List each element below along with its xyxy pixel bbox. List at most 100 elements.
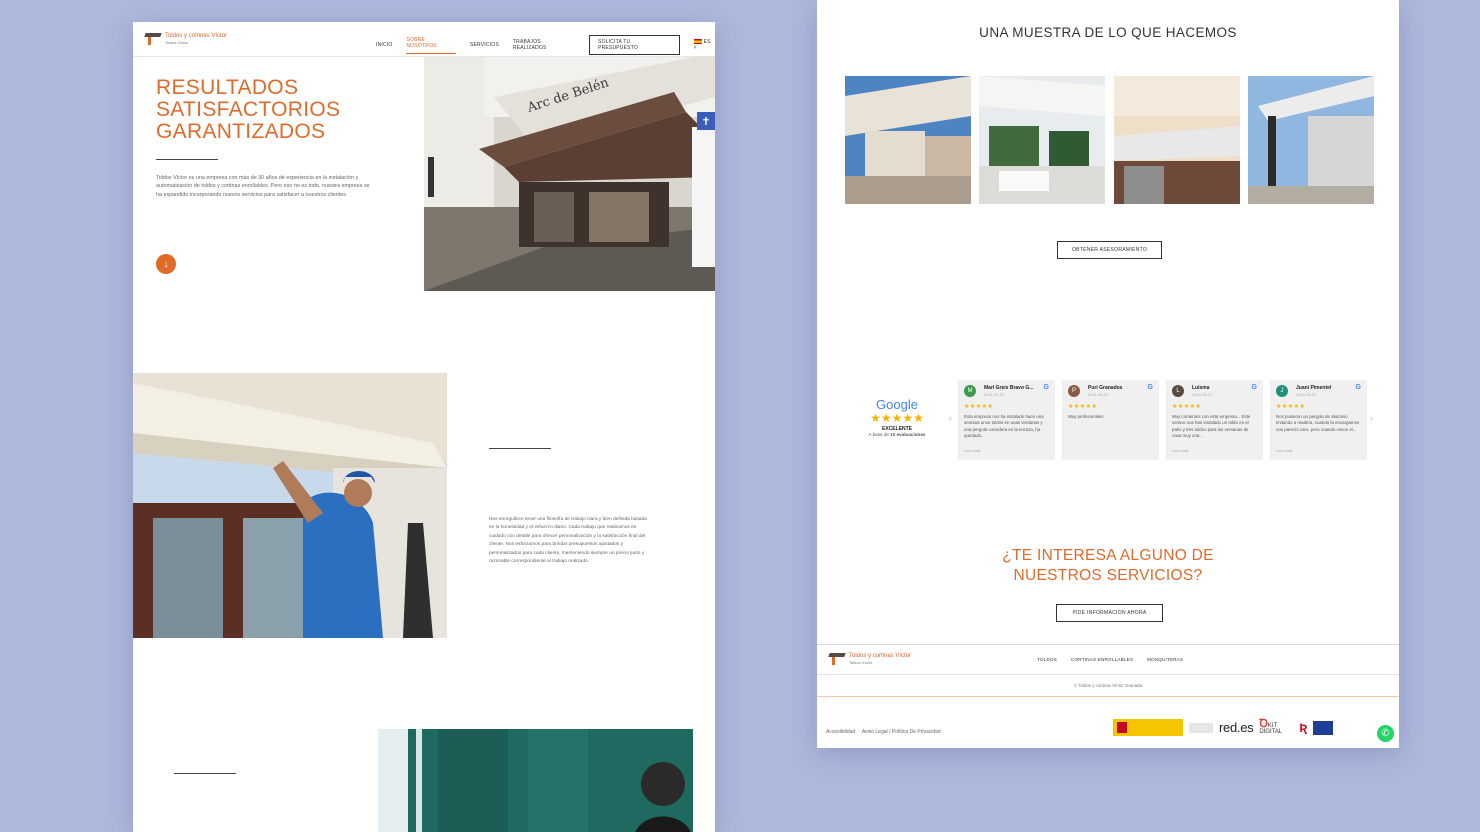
review-date: 2021-05-20	[1088, 392, 1109, 397]
review-stars: ★★★★★	[1068, 404, 1098, 410]
review-stars: ★★★★★	[1276, 404, 1306, 410]
google-logo: Google	[876, 397, 918, 412]
right-page-mockup: UNA MUESTRA DE LO QUE HACEMOS OBTENER AS…	[817, 0, 1399, 748]
arrow-down-icon: ↓	[163, 258, 169, 270]
reviewer-name: Mari Greis Bravo G...	[984, 385, 1034, 391]
avatar: P	[1068, 385, 1080, 397]
avatar: L	[1172, 385, 1184, 397]
rating-based-on: A base de	[868, 432, 889, 437]
gallery-image-2[interactable]	[979, 76, 1105, 204]
footer-divider-mid	[817, 674, 1399, 675]
funding-logos: red.es ꝹKIT DIGITAL Ʀ	[1113, 717, 1334, 736]
footer-nav: TOLDOS CORTINAS ENROLLABLES MOSQUITERAS	[1037, 657, 1183, 662]
review-stars: ★★★★★	[1172, 404, 1202, 410]
read-more-link[interactable]: Leer más	[1172, 448, 1189, 453]
services-question: ¿TE INTERESA ALGUNO DE NUESTROS SERVICIO…	[817, 546, 1399, 586]
reviewer-name: Luisma	[1192, 385, 1210, 391]
logo-name: Toldos y cortinas Víctor	[165, 33, 228, 39]
read-more-link[interactable]: Leer más	[964, 448, 981, 453]
footer-logo-name: Toldos y cortinas Víctor	[849, 653, 912, 659]
gallery-title: UNA MUESTRA DE LO QUE HACEMOS	[979, 25, 1237, 40]
left-page-mockup: Toldos y cortinas Víctor Toldos Víctor I…	[133, 22, 715, 832]
google-g-icon: G	[1355, 384, 1361, 391]
hero-description: Toldos Víctor es una empresa con más de …	[156, 175, 370, 198]
review-text: Muy profesionales	[1068, 414, 1104, 419]
logo-mark-icon	[145, 33, 161, 45]
storefront-photo: Arc de Belén	[424, 57, 715, 291]
footer-logo-sub: Toldos Víctor	[849, 660, 873, 665]
review-stars: ★★★★★	[964, 404, 994, 410]
whatsapp-button[interactable]: ✆	[1377, 725, 1394, 742]
language-selector[interactable]: ES ˄	[693, 39, 715, 51]
footer-link-toldos[interactable]: TOLDOS	[1037, 657, 1057, 662]
hero-title-line-1: RESULTADOS	[156, 76, 299, 99]
rating-stars: ★★★★★	[870, 411, 924, 425]
google-g-icon: G	[1251, 384, 1257, 391]
eu-flag-icon	[1313, 720, 1334, 735]
footer-link-mosquiteras[interactable]: MOSQUITERAS	[1147, 657, 1183, 662]
question-line-1: ¿TE INTERESA ALGUNO DE	[1002, 547, 1214, 564]
google-g-icon: G	[1147, 384, 1153, 391]
gallery-image-1[interactable]	[845, 76, 971, 204]
footer-divider-top	[817, 644, 1399, 645]
logo-sub: Toldos Víctor	[165, 40, 189, 45]
review-date: 2020-05-05	[1296, 392, 1317, 397]
gallery-image-3[interactable]	[1114, 76, 1240, 204]
review-card: J Juani Pimentel 2020-05-05 G ★★★★★ Nos …	[1270, 380, 1367, 460]
review-card: L Luisma 2020-09-17 G ★★★★★ Muy contento…	[1166, 380, 1263, 460]
section-description: Nos enorgullece tener una filosofía de t…	[489, 517, 647, 565]
gallery-image-4[interactable]	[1248, 76, 1374, 204]
nav-item-sobre-nosotros[interactable]: SOBRE NOSOTROS	[406, 37, 456, 54]
avatar: J	[1276, 385, 1288, 397]
scroll-down-button[interactable]: ↓	[156, 254, 176, 274]
hero-divider	[156, 159, 218, 160]
footer-link-cortinas[interactable]: CORTINAS ENROLLABLES	[1071, 657, 1133, 662]
legal-link[interactable]: Aviso Legal / Política De Privacidad	[862, 729, 941, 735]
accessibility-icon: ✝	[701, 115, 711, 128]
review-card: M Mari Greis Bravo G... 2021-07-02 G ★★★…	[958, 380, 1055, 460]
accessibility-link[interactable]: Accesibilidad	[826, 729, 855, 735]
nav-item-trabajos[interactable]: TRABAJOS REALIZADOS	[513, 39, 575, 51]
avatar: M	[964, 385, 976, 397]
recovery-plan-logo: Ʀ	[1299, 720, 1308, 735]
carousel-prev-icon[interactable]: ‹	[949, 413, 952, 423]
carousel-next-icon[interactable]: ›	[1370, 413, 1373, 423]
review-date: 2020-09-17	[1192, 392, 1213, 397]
nav-item-inicio[interactable]: INICIO	[376, 42, 392, 48]
logo-mark-icon	[829, 653, 845, 665]
spain-flag-icon	[693, 39, 702, 45]
kit-digital-logo: ꝹKIT DIGITAL	[1259, 717, 1283, 735]
nav-item-servicios[interactable]: SERVICIOS	[470, 42, 499, 48]
accessibility-button[interactable]: ✝	[697, 112, 715, 130]
ministry-logo	[1189, 722, 1213, 733]
reviewer-name: Puri Granados	[1088, 385, 1123, 391]
site-logo[interactable]: Toldos y cortinas Víctor Toldos Víctor	[145, 33, 227, 45]
curtain-photo	[378, 729, 693, 832]
google-rating-summary: Google ★★★★★ EXCELENTE A base de 10 eval…	[857, 397, 937, 437]
review-text: Muy contentos con esta empresa... Este v…	[1172, 414, 1251, 438]
question-line-2: NUESTROS SERVICIOS?	[1013, 567, 1203, 584]
rating-count: 10 evaluaciones	[890, 432, 926, 437]
review-date: 2021-07-02	[984, 392, 1005, 397]
request-quote-button[interactable]: SOLICITA TU PRESUPUESTO	[589, 35, 680, 55]
hero-title-line-2: SATISFACTORIOS	[156, 98, 341, 121]
eu-government-logo	[1113, 719, 1183, 736]
read-more-link[interactable]: Leer más	[1276, 448, 1293, 453]
review-text: Nos pusieron un pergola de aluminio imit…	[1276, 414, 1360, 432]
copyright: © Toldos y cortinas Víctor Granada	[1073, 683, 1143, 688]
hero-title: RESULTADOS SATISFACTORIOS GARANTIZADOS	[156, 77, 396, 143]
footer-legal-links: Accesibilidad Aviso Legal / Política De …	[826, 729, 941, 735]
footer-logo[interactable]: Toldos y cortinas Víctor Toldos Víctor	[829, 653, 911, 665]
review-card: P Puri Granados 2021-05-20 G ★★★★★ Muy p…	[1062, 380, 1159, 460]
reviewer-name: Juani Pimentel	[1296, 385, 1332, 391]
get-advice-button[interactable]: OBTENER ASESORAMIENTO	[1057, 241, 1162, 259]
language-label: ES	[703, 39, 711, 45]
red-es-logo: red.es	[1219, 720, 1254, 735]
review-text: Esta empresa nos ha instalado hace una s…	[964, 414, 1044, 438]
hero-title-line-3: GARANTIZADOS	[156, 120, 326, 143]
request-info-button[interactable]: PIDE INFORMACIÓN AHORA	[1056, 604, 1163, 622]
installer-photo	[133, 373, 447, 638]
chevron-down-icon: ˄	[693, 45, 697, 51]
footer-divider-bottom	[817, 696, 1399, 697]
section-divider-2	[174, 773, 236, 774]
